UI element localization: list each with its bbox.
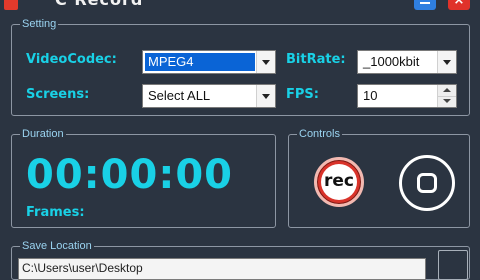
save-location-legend: Save Location	[22, 240, 92, 252]
screens-dropdown[interactable]: Select ALL	[142, 84, 276, 108]
fps-value[interactable]: 10	[360, 87, 436, 105]
minimize-button[interactable]	[414, 0, 436, 10]
browse-button[interactable]	[438, 250, 468, 280]
spinner-buttons	[437, 85, 456, 107]
bitrate-dropdown[interactable]: _1000kbit	[357, 50, 457, 74]
close-icon: ×	[453, 0, 465, 8]
window-title: C Record	[55, 0, 143, 9]
fps-stepper[interactable]: 10	[357, 84, 457, 108]
title-bar: C Record ×	[0, 0, 480, 14]
save-path-input[interactable]: C:\Users\user\Desktop	[18, 258, 426, 280]
chevron-down-icon[interactable]	[256, 85, 275, 107]
stop-button[interactable]	[399, 155, 455, 211]
stop-icon	[417, 173, 437, 193]
duration-legend: Duration	[22, 128, 64, 140]
close-button[interactable]: ×	[448, 0, 470, 10]
screens-value: Select ALL	[148, 88, 211, 103]
screens-label: Screens:	[26, 87, 90, 102]
setting-legend: Setting	[22, 18, 57, 30]
chevron-down-icon[interactable]	[256, 51, 275, 73]
record-label: rec	[321, 164, 357, 200]
chevron-down-icon[interactable]	[437, 51, 456, 73]
controls-legend: Controls	[299, 128, 340, 140]
video-codec-value: MPEG4	[145, 53, 255, 71]
bitrate-label: BitRate:	[286, 52, 346, 67]
app-logo-icon	[4, 0, 18, 10]
frames-label: Frames:	[26, 205, 85, 220]
fps-label: FPS:	[286, 87, 319, 102]
spin-down-icon[interactable]	[438, 96, 456, 107]
video-codec-label: VideoCodec:	[26, 52, 117, 67]
duration-timer: 00:00:00	[26, 152, 233, 198]
record-button[interactable]: rec	[314, 157, 364, 207]
video-codec-dropdown[interactable]: MPEG4	[142, 50, 276, 74]
bitrate-value: _1000kbit	[363, 54, 420, 69]
